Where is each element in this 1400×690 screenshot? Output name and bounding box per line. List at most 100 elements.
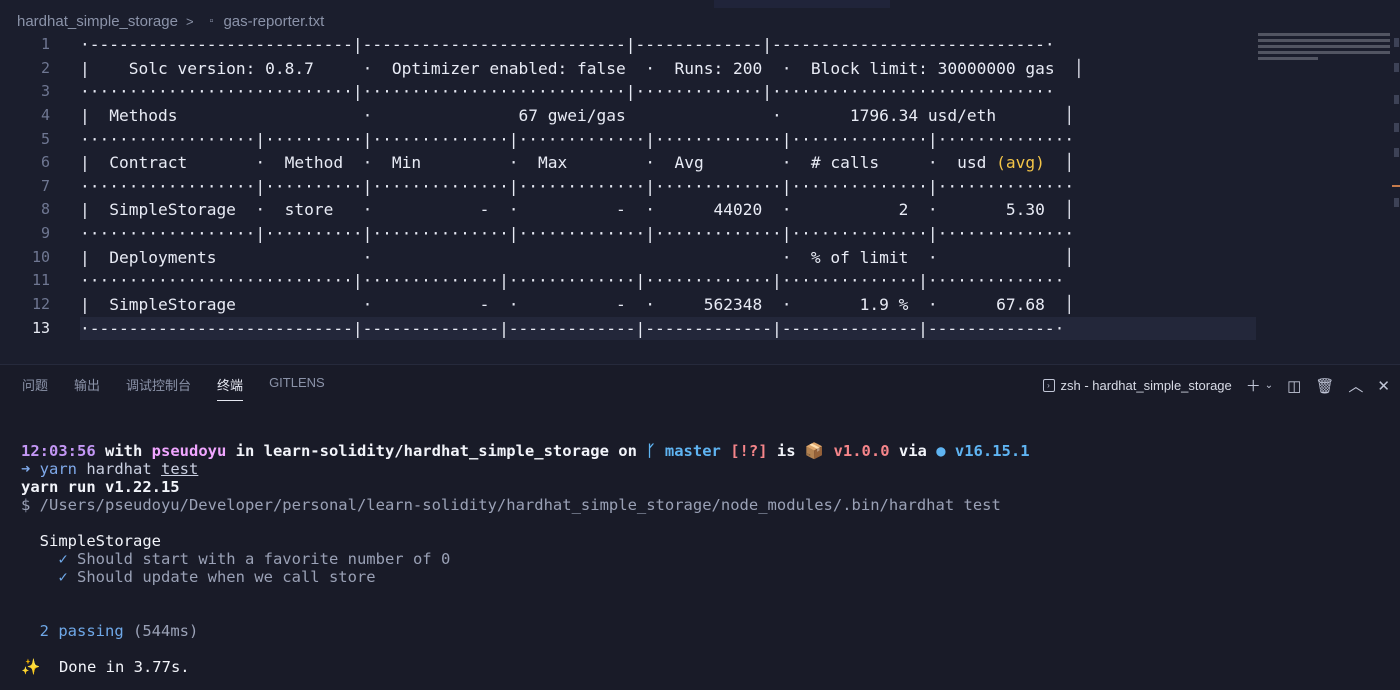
test-result: ✓ Should update when we call store — [21, 568, 1030, 586]
code-line[interactable]: ··················|··········|··········… — [80, 175, 1256, 199]
line-number: 7 — [40, 176, 50, 195]
tab-problems[interactable]: 问题 — [22, 375, 48, 401]
test-result: ✓ Should start with a favorite number of… — [21, 550, 1030, 568]
breadcrumb-folder[interactable]: hardhat_simple_storage — [17, 13, 178, 30]
terminal-name: zsh - hardhat_simple_storage — [1060, 378, 1232, 393]
code-line[interactable]: ····························|···········… — [80, 269, 1256, 293]
panel-tabs: 问题 输出 调试控制台 终端 GITLENS — [22, 375, 351, 401]
prompt-text: in — [226, 442, 264, 460]
passing-time: (544ms) — [123, 622, 199, 640]
breadcrumb-file[interactable]: gas-reporter.txt — [223, 13, 324, 30]
check-icon: ✓ — [21, 568, 68, 586]
split-terminal-icon[interactable]: ◫ — [1287, 377, 1301, 395]
arrow-icon: ➜ — [21, 460, 31, 478]
command-args: hardhat — [77, 460, 162, 478]
terminal-output[interactable]: 12:03:56 with pseudoyu in learn-solidity… — [21, 442, 1030, 676]
line-number: 3 — [40, 82, 50, 101]
code-line[interactable]: | Solc version: 0.8.7 · Optimizer enable… — [80, 57, 1256, 81]
breadcrumb: hardhat_simple_storage > ▫ gas-reporter.… — [17, 10, 324, 32]
scrollbar-marker — [1394, 148, 1399, 157]
minimap[interactable] — [1258, 33, 1390, 63]
scrollbar-marker — [1394, 38, 1399, 47]
line-number: 4 — [40, 105, 50, 124]
line-number: 9 — [40, 224, 50, 243]
exec-line: $ /Users/pseudoyu/Developer/personal/lea… — [21, 496, 1001, 514]
code-line[interactable]: ··················|··········|··········… — [80, 128, 1256, 152]
tab-output[interactable]: 输出 — [74, 375, 100, 401]
prompt-text: via — [889, 442, 937, 460]
code-line-end: │ — [1044, 153, 1075, 173]
text-file-icon: ▫ — [209, 15, 214, 27]
chevron-right-icon: > — [185, 13, 194, 29]
code-line[interactable]: ····························|···········… — [80, 80, 1256, 104]
line-number-gutter: 1 2 3 4 5 6 7 8 9 10 11 12 13 — [0, 33, 60, 340]
code-line-header[interactable]: | Contract · Method · Min · Max · Avg · … — [80, 151, 1256, 175]
prompt-path: learn-solidity/hardhat_simple_storage — [263, 442, 609, 460]
git-branch-icon: ᚴ — [646, 442, 656, 460]
prompt-time: 12:03:56 — [21, 442, 96, 460]
prompt-version: v1.0.0 — [824, 442, 890, 460]
bottom-panel: 问题 输出 调试控制台 终端 GITLENS › zsh - hardhat_s… — [0, 364, 1400, 690]
test-name: Should update when we call store — [67, 568, 376, 586]
prompt-text: on — [608, 442, 647, 460]
code-line[interactable]: | Deployments · · % of limit · │ — [80, 246, 1256, 270]
current-line-number: 13 — [31, 318, 50, 337]
scrollbar-marker — [1394, 63, 1399, 72]
check-icon: ✓ — [21, 550, 68, 568]
minimap-line — [1258, 33, 1390, 36]
close-icon[interactable]: ✕ — [1377, 377, 1390, 395]
editor: hardhat_simple_storage > ▫ gas-reporter.… — [0, 0, 1400, 364]
vertical-scrollbar[interactable] — [1392, 33, 1400, 353]
line-number: 2 — [40, 58, 50, 77]
command-line: ➜ yarn hardhat test — [21, 460, 1030, 478]
scrollbar-marker — [1394, 198, 1399, 207]
minimap-line — [1258, 39, 1390, 42]
line-number: 12 — [31, 295, 50, 314]
line-number: 11 — [31, 271, 50, 290]
prompt-line: 12:03:56 with pseudoyu in learn-solidity… — [21, 442, 1030, 460]
tab-debug-console[interactable]: 调试控制台 — [126, 375, 191, 401]
sparkles-icon: ✨ — [21, 658, 41, 676]
tab-terminal[interactable]: 终端 — [217, 375, 244, 401]
terminal-selector[interactable]: › zsh - hardhat_simple_storage — [1042, 378, 1232, 393]
tab-strip — [714, 0, 890, 8]
code-line[interactable]: ·---------------------------|-----------… — [80, 33, 1256, 57]
yarn-run-line: yarn run v1.22.15 — [21, 478, 180, 496]
tab-gitlens[interactable]: GITLENS — [269, 375, 325, 401]
suite-name: SimpleStorage — [21, 532, 161, 550]
terminal-icon: › — [1042, 379, 1055, 392]
terminal-toolbar: › zsh - hardhat_simple_storage ＋ ⌄ ◫ 🗑 ︿ … — [1042, 375, 1390, 396]
trash-icon[interactable]: 🗑 — [1315, 377, 1334, 395]
chevron-down-icon[interactable]: ⌄ — [1265, 380, 1273, 391]
scrollbar-cursor-marker — [1392, 185, 1400, 187]
code-area[interactable]: ·---------------------------|-----------… — [80, 33, 1256, 341]
code-line[interactable]: | Methods · 67 gwei/gas · 1796.34 usd/et… — [80, 104, 1256, 128]
test-name: Should start with a favorite number of 0 — [67, 550, 451, 568]
scrollbar-marker — [1394, 123, 1399, 132]
command-yarn: yarn — [30, 460, 78, 478]
code-line[interactable]: | SimpleStorage · store · - · - · 44020 … — [80, 198, 1256, 222]
passing-summary: 2 passing (544ms) — [21, 622, 1030, 640]
code-line[interactable]: | SimpleStorage · - · - · 562348 · 1.9 %… — [80, 293, 1256, 317]
current-code-line[interactable]: ·---------------------------|-----------… — [80, 316, 1256, 341]
line-number: 5 — [40, 129, 50, 148]
minimap-line — [1258, 51, 1390, 54]
line-number: 10 — [31, 247, 50, 266]
add-terminal-icon[interactable]: ＋ ⌄ — [1246, 375, 1273, 396]
code-line[interactable]: ··················|··········|··········… — [80, 222, 1256, 246]
prompt-branch: master — [655, 442, 721, 460]
bracket-highlight: (avg) — [996, 153, 1045, 173]
prompt-text: with — [95, 442, 152, 460]
prompt-text: is — [767, 442, 805, 460]
done-line: ✨ Done in 3.77s. — [21, 658, 1030, 676]
code-line-text: | Contract · Method · Min · Max · Avg · … — [80, 153, 997, 173]
package-icon: 📦 — [804, 442, 825, 460]
command-test: test — [161, 460, 199, 478]
prompt-git-status: [!?] — [720, 442, 768, 460]
scrollbar-marker — [1394, 95, 1399, 104]
maximize-panel-icon[interactable]: ︿ — [1348, 375, 1363, 396]
